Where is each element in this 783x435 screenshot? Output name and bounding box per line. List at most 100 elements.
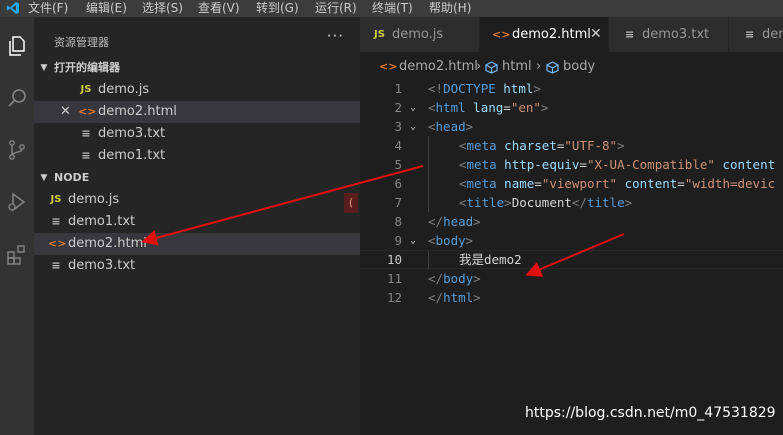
open-editor-label: demo1.txt — [98, 148, 166, 163]
code-token: > — [504, 195, 512, 210]
run-debug-icon[interactable] — [0, 185, 34, 219]
file-item-demo1-txt[interactable]: ≡ demo1.txt — [34, 211, 360, 233]
code-token: "X-UA-Compatible" — [586, 157, 715, 172]
html-file-icon: <> — [379, 60, 398, 73]
code-token: > — [624, 195, 633, 210]
code-line[interactable]: 12 </html> — [360, 288, 783, 307]
code-text: <head> — [428, 117, 473, 136]
code-token: = — [677, 176, 685, 191]
code-text: <body> — [428, 231, 473, 250]
code-token: < — [459, 157, 467, 172]
open-editor-label: demo3.txt — [98, 126, 166, 141]
open-editors-header[interactable]: ▼ 打开的编辑器 — [34, 58, 360, 78]
code-line[interactable]: 2 ⌄ <html lang="en"> — [360, 98, 783, 117]
file-label: demo2.html — [68, 236, 147, 251]
tab-demo-js[interactable]: JS demo.js — [360, 17, 480, 52]
menu-file[interactable]: 文件(F) — [28, 1, 68, 16]
indent-guide — [428, 193, 429, 212]
code-line[interactable]: 10 我是demo2 — [360, 250, 783, 270]
line-number: 11 — [386, 271, 402, 286]
menu-edit[interactable]: 编辑(E) — [86, 1, 127, 16]
code-text: 我是demo2 — [459, 251, 522, 268]
code-token: charset — [504, 138, 557, 153]
text-file-icon: ≡ — [745, 28, 755, 41]
code-token: > — [617, 138, 625, 153]
menu-help[interactable]: 帮助(H) — [429, 1, 471, 16]
open-editor-item-demo1-txt[interactable]: ≡ demo1.txt — [34, 145, 360, 167]
tab-demo3-txt[interactable]: ≡ demo3.txt — [609, 17, 729, 52]
tab-label: demo2.html — [512, 27, 591, 42]
code-line[interactable]: 5 <meta http-equiv="X-UA-Compatible" cont… — [360, 155, 783, 174]
code-token: = — [503, 100, 511, 115]
code-line[interactable]: 8 </head> — [360, 212, 783, 231]
code-token: > — [540, 100, 549, 115]
open-editor-item-demo3-txt[interactable]: ≡ demo3.txt — [34, 123, 360, 145]
menu-bar: 文件(F) 编辑(E) 选择(S) 查看(V) 转到(G) 运行(R) 终端(T… — [0, 0, 783, 17]
code-text: </body> — [428, 269, 481, 288]
code-line[interactable]: 9 ⌄ <body> — [360, 231, 783, 250]
tab-dem[interactable]: ≡ dem — [729, 17, 783, 52]
indent-guide — [428, 136, 429, 155]
html-file-icon: <> — [48, 237, 67, 250]
line-number: 10 — [386, 252, 402, 267]
breadcrumb-file[interactable]: demo2.html — [399, 56, 478, 78]
code-token: > — [533, 81, 541, 96]
menu-go[interactable]: 转到(G) — [256, 1, 299, 16]
code-line[interactable]: 3 ⌄ <head> — [360, 117, 783, 136]
menu-run[interactable]: 运行(R) — [315, 1, 357, 16]
code-line[interactable]: 6 <meta name="viewport" content="width=de… — [360, 174, 783, 193]
breadcrumb-body[interactable]: body — [563, 56, 595, 78]
line-number: 1 — [394, 81, 402, 96]
breadcrumb-html[interactable]: html — [502, 56, 532, 78]
open-editor-label: demo2.html — [98, 104, 177, 119]
open-editors-label: 打开的编辑器 — [54, 61, 120, 74]
code-token: > — [473, 214, 481, 229]
fold-chevron-icon[interactable]: ⌄ — [410, 231, 416, 250]
close-icon[interactable]: ✕ — [590, 17, 602, 52]
tab-demo2-html[interactable]: <> demo2.html ✕ — [480, 17, 609, 52]
explorer-sidebar: 资源管理器 ··· ▼ 打开的编辑器 JS demo.js ✕ <> demo2… — [34, 17, 360, 435]
code-text: </head> — [428, 212, 481, 231]
folder-node-header[interactable]: ▼ NODE — [34, 168, 360, 188]
file-item-demo2-html[interactable]: <> demo2.html — [34, 233, 360, 255]
menu-selection[interactable]: 选择(S) — [142, 1, 183, 16]
source-control-icon[interactable] — [0, 133, 34, 167]
code-text: <html lang="en"> — [428, 98, 548, 117]
code-token: "en" — [510, 100, 541, 115]
menu-terminal[interactable]: 终端(T) — [372, 1, 413, 16]
code-line[interactable]: 1 <!DOCTYPE html> — [360, 79, 783, 98]
close-icon[interactable]: ✕ — [60, 101, 71, 123]
open-editor-item-demo2-html[interactable]: ✕ <> demo2.html — [34, 101, 360, 123]
fold-chevron-icon[interactable]: ⌄ — [410, 98, 416, 117]
menu-view[interactable]: 查看(V) — [198, 1, 240, 16]
code-text: </html> — [428, 288, 481, 307]
code-token: < — [428, 100, 436, 115]
file-item-demo-js[interactable]: JS demo.js — [34, 189, 360, 211]
code-token: 我是demo2 — [459, 252, 522, 267]
code-token: head — [435, 119, 466, 134]
code-line[interactable]: 11 </body> — [360, 269, 783, 288]
open-editor-item-demo-js[interactable]: JS demo.js — [34, 79, 360, 101]
file-item-demo3-txt[interactable]: ≡ demo3.txt — [34, 255, 360, 277]
line-number: 5 — [394, 157, 402, 172]
extensions-icon[interactable] — [0, 237, 34, 271]
code-line[interactable]: 4 <meta charset="UTF-8"> — [360, 136, 783, 155]
line-number: 6 — [394, 176, 402, 191]
code-token: < — [428, 119, 436, 134]
more-actions-button[interactable]: ··· — [327, 27, 344, 45]
code-token: meta — [466, 138, 497, 153]
fold-chevron-icon[interactable]: ⌄ — [410, 117, 416, 136]
activity-bar — [0, 17, 34, 435]
code-token: body — [435, 233, 466, 248]
files-icon[interactable] — [0, 29, 34, 63]
code-line[interactable]: 7 <title>Document</title> — [360, 193, 783, 212]
code-editor[interactable]: 1 <!DOCTYPE html> 2 ⌄ <html lang="en"> 3 ⌄ <hea… — [360, 78, 783, 435]
line-number: 7 — [394, 195, 402, 210]
code-token: </ — [428, 290, 444, 305]
search-icon[interactable] — [0, 81, 34, 115]
code-token: title — [466, 195, 505, 210]
code-token: "UTF-8" — [564, 138, 618, 153]
file-label: demo.js — [68, 192, 120, 207]
problem-badge: ( — [344, 193, 358, 213]
